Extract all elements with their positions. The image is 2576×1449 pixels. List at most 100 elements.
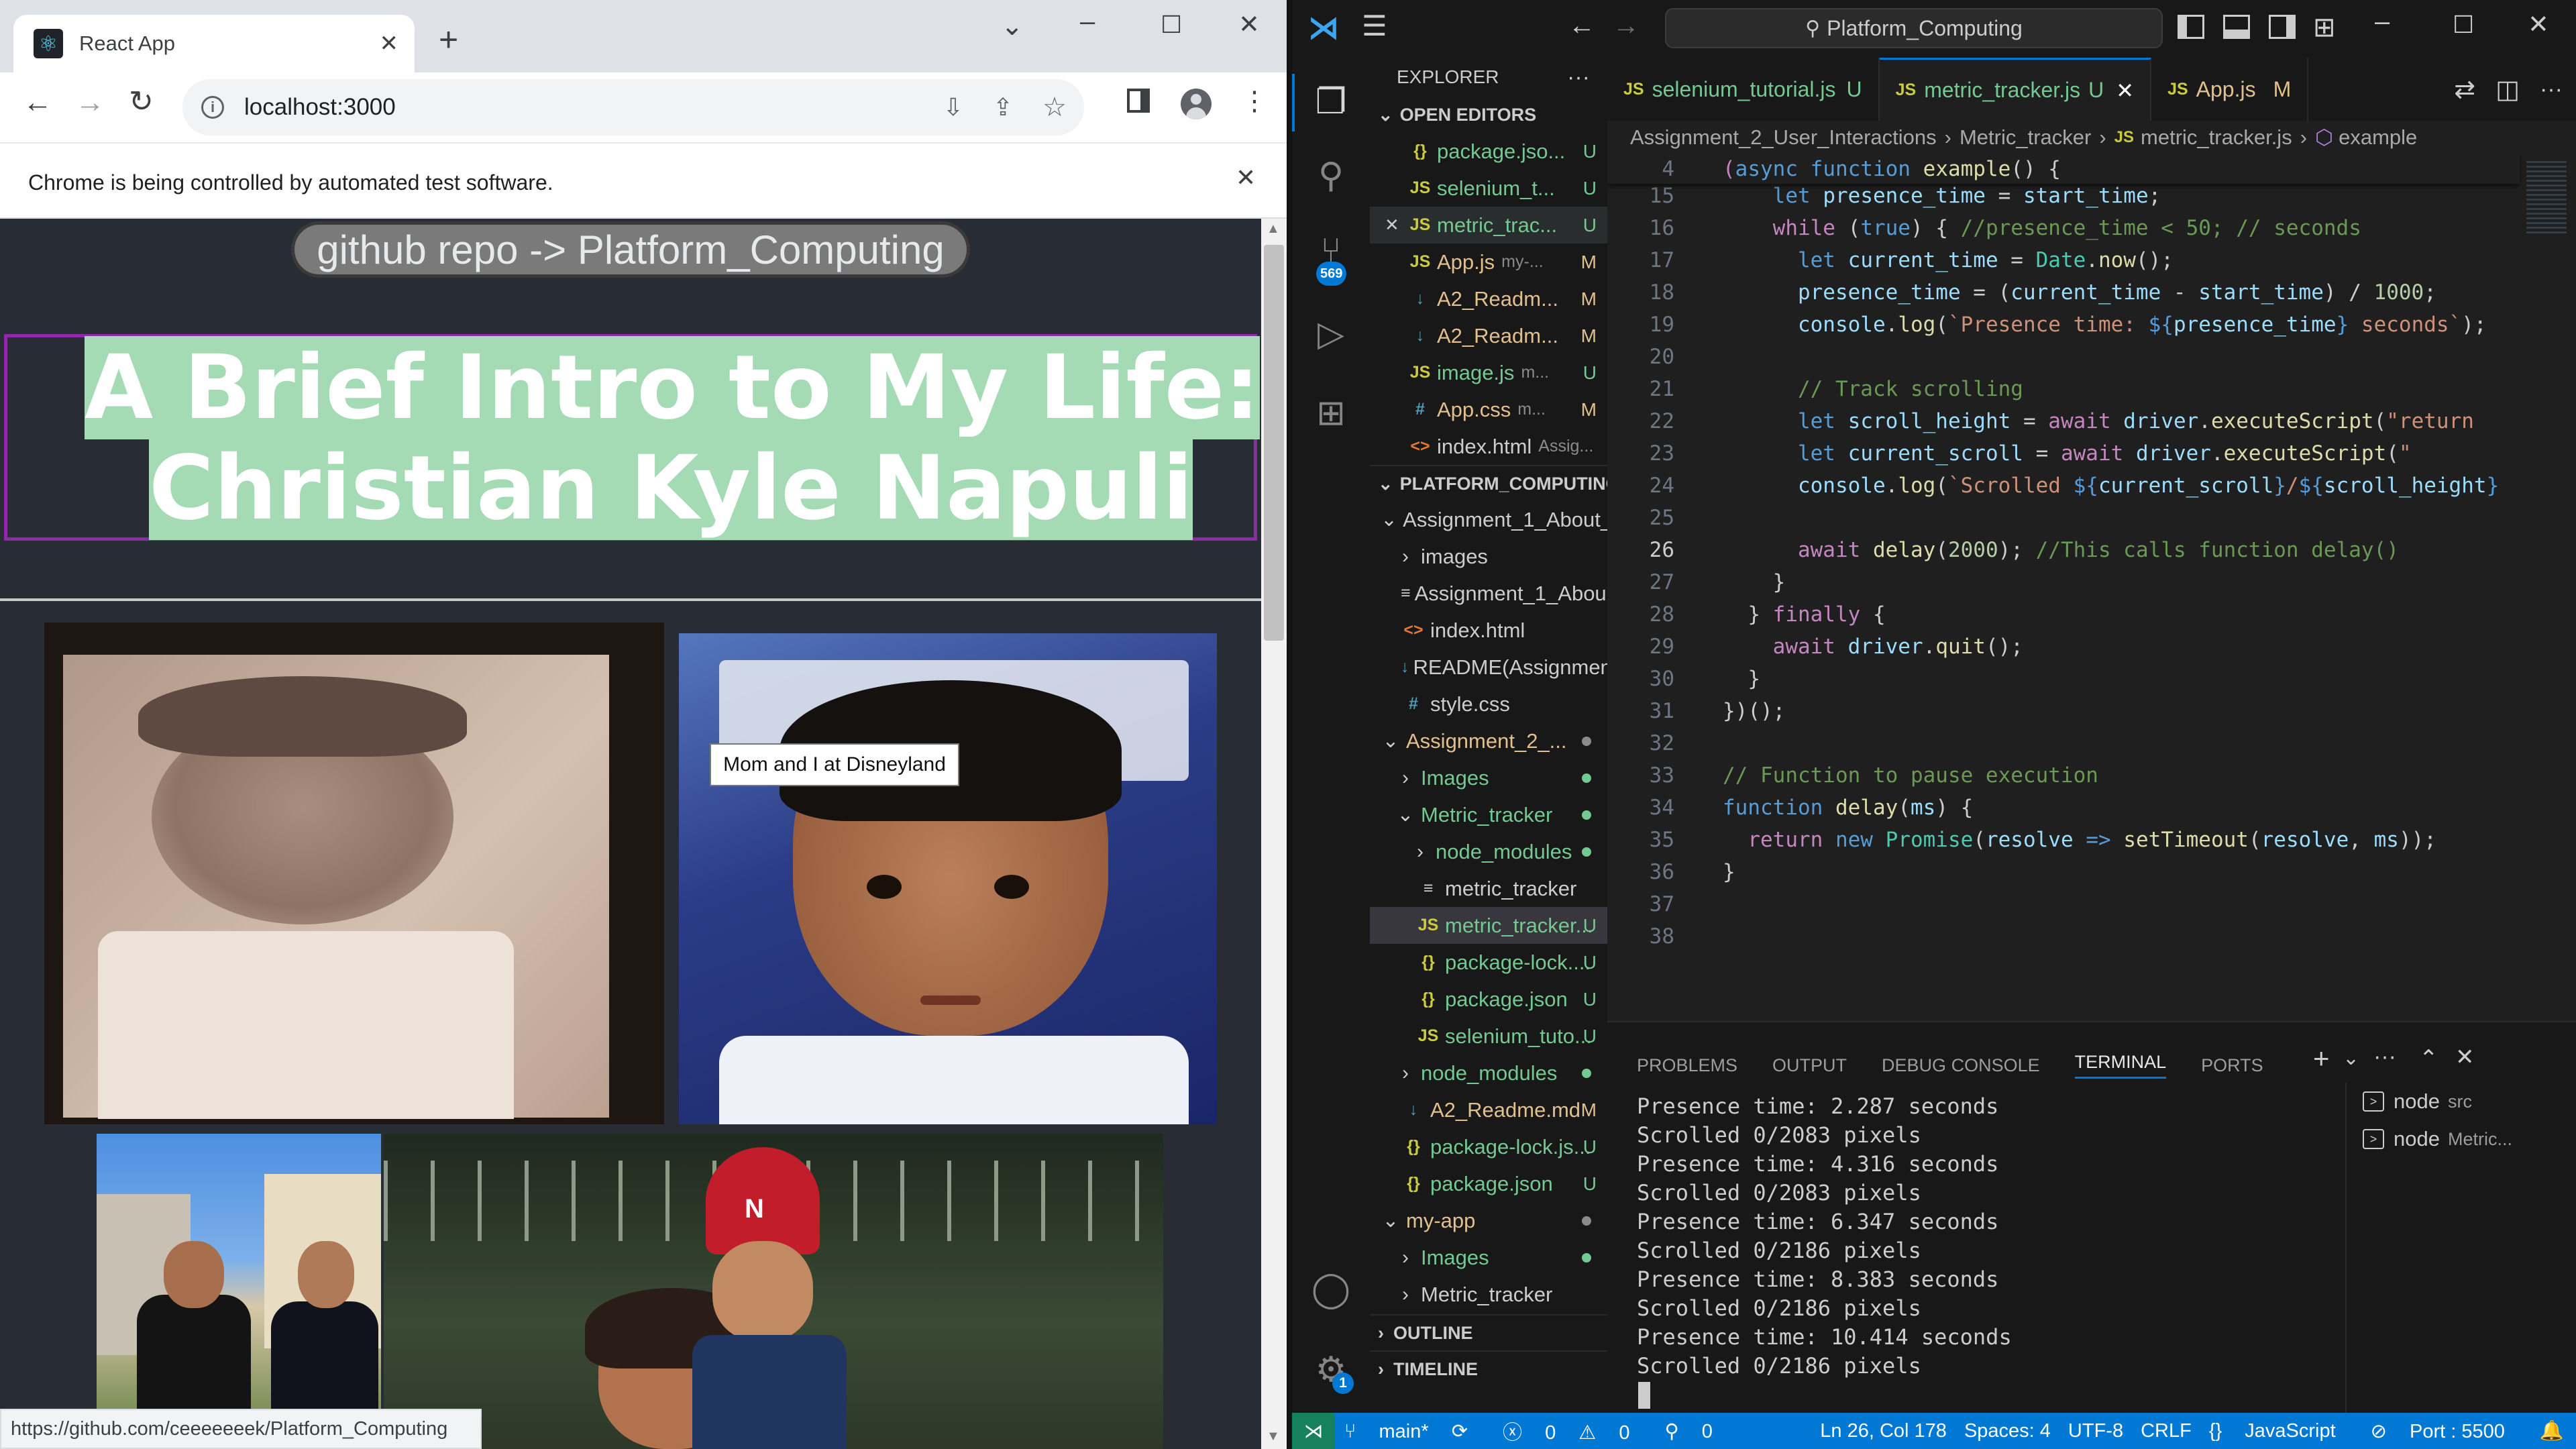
open-editor-item[interactable]: <> index.html Assig... (1370, 428, 1607, 465)
tree-item[interactable]: ⌄ Metric_tracker (1370, 796, 1607, 833)
close-icon[interactable]: ✕ (1385, 215, 1407, 235)
tree-item[interactable]: ↓ A2_Readme.md M (1370, 1091, 1607, 1128)
ports-status[interactable]: ⚲ 0 (1664, 1419, 1729, 1443)
tree-item[interactable]: › Images (1370, 759, 1607, 796)
breadcrumb-item[interactable]: metric_tracker.js (2141, 125, 2292, 150)
tab-terminal[interactable]: TERMINAL (2074, 1052, 2167, 1079)
new-terminal-icon[interactable]: + (2313, 1042, 2330, 1075)
open-editors-header[interactable]: ⌄ OPEN EDITORS (1370, 97, 1607, 133)
nav-back-icon[interactable]: ← (1568, 11, 1595, 41)
run-debug-icon[interactable]: ▷ (1307, 310, 1355, 358)
open-editor-item[interactable]: ↓ A2_Readm... M (1370, 317, 1607, 354)
indentation[interactable]: Spaces: 4 (1964, 1420, 2051, 1442)
tree-item[interactable]: ⌄ my-app (1370, 1202, 1607, 1239)
photo-mom-and-child[interactable]: N (384, 1134, 1163, 1449)
tab-metric-tracker[interactable]: JS metric_tracker.js U ✕ (1879, 58, 2152, 121)
site-info-icon[interactable]: i (201, 96, 224, 119)
nav-forward-icon[interactable]: → (1613, 11, 1640, 41)
panel-more-icon[interactable]: ··· (2373, 1044, 2396, 1070)
maximize-panel-icon[interactable]: ⌃ (2419, 1045, 2438, 1072)
open-editor-item[interactable]: JS image.js m... U (1370, 354, 1607, 391)
new-tab-icon[interactable]: + (439, 23, 458, 56)
forward-icon[interactable]: → (75, 86, 105, 119)
bookmark-star-icon[interactable]: ☆ (1042, 92, 1067, 123)
share-icon[interactable]: ⇪ (993, 93, 1013, 121)
terminal-instance[interactable]: > node Metric... (2347, 1120, 2576, 1158)
menu-kebab-icon[interactable]: ⋮ (1241, 86, 1268, 117)
profile-avatar-icon[interactable] (1181, 89, 1212, 119)
customize-layout-icon[interactable]: ⊞ (2313, 12, 2336, 43)
hamburger-menu-icon[interactable]: ☰ (1362, 9, 1387, 42)
tree-item[interactable]: {} package.json U (1370, 1165, 1607, 1202)
code-editor[interactable]: 4 (async function example() { 15 16 17 18 19… (1607, 154, 2576, 1021)
tree-item[interactable]: › node_modules (1370, 833, 1607, 870)
tab-app-js[interactable]: JS App.js M (2151, 58, 2309, 121)
photo-father-son[interactable] (97, 1134, 381, 1449)
branch-status[interactable]: ⑂ main* ⟳ (1344, 1419, 1485, 1443)
split-editor-icon[interactable]: ◫ (2496, 74, 2520, 105)
terminal-dropdown-icon[interactable]: ⌄ (2343, 1046, 2359, 1070)
command-center-search[interactable]: ⚲ Platform_Computing (1665, 8, 2163, 48)
encoding[interactable]: UTF-8 (2068, 1420, 2123, 1442)
address-bar[interactable]: i localhost:3000 ⇩ ⇪ ☆ (182, 79, 1084, 136)
tree-item[interactable]: <> index.html (1370, 612, 1607, 649)
live-server-status[interactable]: ⊘ Port : 5500 (2371, 1419, 2522, 1443)
tree-item[interactable]: › Images (1370, 1239, 1607, 1276)
project-header[interactable]: ⌄ PLATFORM_COMPUTING (1370, 465, 1607, 501)
tree-item[interactable]: ≡ metric_tracker (1370, 870, 1607, 907)
open-editor-item[interactable]: {} package.jso... U (1370, 133, 1607, 170)
toggle-primary-sidebar-icon[interactable] (2178, 15, 2204, 39)
breadcrumb-item[interactable]: example (2339, 125, 2417, 150)
vscode-maximize-icon[interactable]: ☐ (2453, 11, 2474, 39)
tree-item[interactable]: ⌄ Assignment_2_... (1370, 722, 1607, 759)
tree-item[interactable]: {} package-lock.... U (1370, 944, 1607, 981)
close-window-icon[interactable]: ✕ (1238, 9, 1260, 40)
minimize-icon[interactable]: – (1080, 7, 1095, 37)
tree-item[interactable]: # style.css (1370, 686, 1607, 722)
breadcrumb-item[interactable]: Assignment_2_User_Interactions (1630, 125, 1937, 150)
compare-changes-icon[interactable]: ⇄ (2454, 74, 2475, 105)
tree-item[interactable]: › images (1370, 538, 1607, 575)
end-of-line[interactable]: CRLF (2141, 1420, 2192, 1442)
install-icon[interactable]: ⇩ (943, 93, 963, 121)
tab-output[interactable]: OUTPUT (1772, 1055, 1847, 1076)
close-tab-icon[interactable]: ✕ (2116, 78, 2134, 103)
tree-item[interactable]: JS selenium_tuto... U (1370, 1018, 1607, 1055)
tab-problems[interactable]: PROBLEMS (1637, 1055, 1737, 1076)
terminal-output[interactable]: Presence time: 2.287 seconds Scrolled 0/2… (1637, 1092, 2308, 1381)
breadcrumb-item[interactable]: Metric_tracker (1960, 125, 2091, 150)
tree-item[interactable]: JS metric_tracker... U (1370, 907, 1607, 944)
open-editor-item[interactable]: # App.css m... M (1370, 391, 1607, 428)
tree-item[interactable]: ↓README(Assignmen... (1370, 649, 1607, 686)
open-editor-item[interactable]: JS App.js my-... M (1370, 244, 1607, 280)
language-mode[interactable]: {} JavaScript (2209, 1420, 2353, 1442)
tree-item[interactable]: ⌄ Assignment_1_About_... (1370, 501, 1607, 538)
search-view-icon[interactable]: ⚲ (1307, 152, 1355, 200)
photo-childhood-sepia[interactable] (44, 623, 664, 1124)
scroll-down-icon[interactable]: ▼ (1267, 1429, 1280, 1444)
open-editor-item[interactable]: ↓ A2_Readm... M (1370, 280, 1607, 317)
reload-icon[interactable]: ↻ (129, 85, 154, 119)
explorer-more-icon[interactable]: ··· (1567, 64, 1590, 91)
infobar-close-icon[interactable]: ✕ (1236, 164, 1256, 192)
tree-item[interactable]: › Metric_tracker (1370, 1276, 1607, 1313)
remote-icon[interactable]: ⋊ (1292, 1413, 1335, 1449)
tab-ports[interactable]: PORTS (2201, 1055, 2263, 1076)
github-repo-link[interactable]: github repo -> Platform_Computing (291, 221, 970, 278)
notifications-bell-icon[interactable]: 🔔 (2540, 1419, 2564, 1442)
open-editor-item[interactable]: ✕ JS metric_trac... U (1370, 207, 1607, 244)
minimap[interactable] (2520, 154, 2576, 1021)
terminal-instance[interactable]: > node src (2347, 1083, 2576, 1120)
tab-debug-console[interactable]: DEBUG CONSOLE (1882, 1055, 2040, 1076)
scrollbar-thumb[interactable] (1264, 245, 1284, 641)
vscode-minimize-icon[interactable]: – (2375, 7, 2390, 37)
toggle-secondary-sidebar-icon[interactable] (2269, 15, 2296, 39)
cursor-position[interactable]: Ln 26, Col 178 (1820, 1420, 1947, 1442)
more-actions-icon[interactable]: ··· (2540, 76, 2563, 103)
tree-item[interactable]: ≡ Assignment_1_Abou... (1370, 575, 1607, 612)
explorer-icon[interactable]: ❐ (1307, 78, 1355, 126)
vscode-close-icon[interactable]: ✕ (2528, 9, 2549, 40)
outline-header[interactable]: › OUTLINE (1370, 1314, 1607, 1350)
close-panel-icon[interactable]: ✕ (2455, 1044, 2475, 1071)
back-icon[interactable]: ← (23, 86, 52, 119)
